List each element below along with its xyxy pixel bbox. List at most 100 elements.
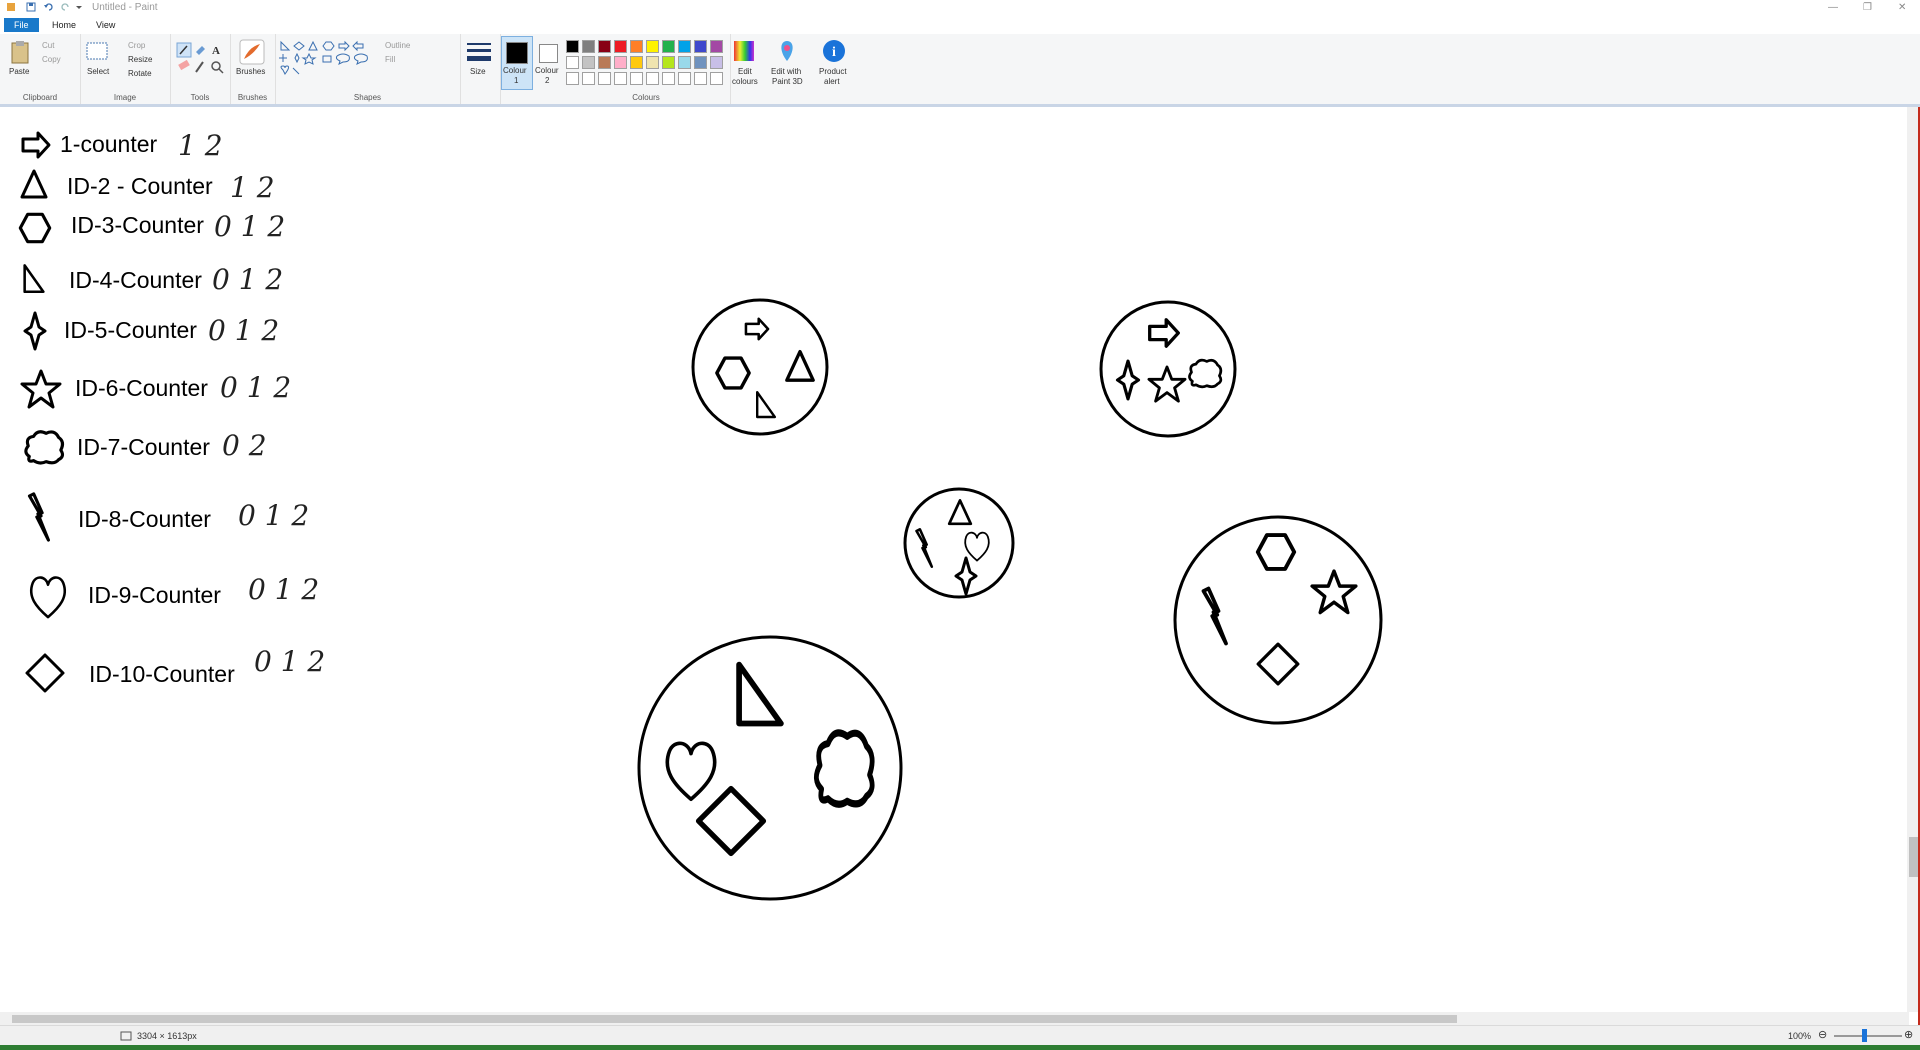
tab-home[interactable]: Home (42, 18, 86, 32)
tab-view[interactable]: View (86, 18, 125, 32)
paint-3d-icon[interactable] (776, 39, 798, 63)
crop-button[interactable]: Crop (128, 41, 145, 50)
redo-icon[interactable] (60, 2, 70, 12)
palette-swatch[interactable] (582, 72, 595, 85)
clipboard-group: Paste Cut Copy Clipboard (0, 34, 81, 104)
shapes-group-label: Shapes (353, 93, 382, 102)
palette-swatch[interactable] (598, 56, 611, 69)
edit-colours-line2[interactable]: colours (732, 77, 758, 86)
legend-star-icon (20, 369, 62, 409)
drawing-canvas[interactable]: 1-counter ID-2 - Counter ID-3-Counter ID… (0, 107, 1909, 1012)
palette-swatch[interactable] (694, 40, 707, 53)
palette-swatch[interactable] (566, 72, 579, 85)
legend-four-point-star-icon (23, 311, 47, 351)
palette-swatch[interactable] (614, 72, 627, 85)
zoom-slider-thumb[interactable] (1862, 1029, 1867, 1042)
legend-triangle-icon (20, 169, 48, 199)
customize-quick-access-icon[interactable] (74, 2, 84, 12)
palette-swatch[interactable] (694, 56, 707, 69)
tools-icons[interactable]: A (176, 42, 226, 78)
palette-swatch[interactable] (710, 56, 723, 69)
zoom-out-button[interactable]: ⊖ (1818, 1028, 1827, 1041)
group-b-cloud-icon (1188, 358, 1223, 389)
group-e-heart-icon (665, 741, 717, 802)
vertical-scrollbar[interactable] (1907, 107, 1918, 1012)
info-icon[interactable]: i (822, 39, 846, 63)
canvas-drawing (18, 131, 1383, 901)
palette-swatch[interactable] (662, 72, 675, 85)
palette-swatch[interactable] (662, 40, 675, 53)
palette-swatch[interactable] (694, 72, 707, 85)
brush-icon[interactable] (239, 39, 265, 65)
cut-button[interactable]: Cut (42, 41, 54, 50)
maximize-button[interactable]: ❐ (1863, 2, 1872, 13)
rotate-button[interactable]: Rotate (128, 69, 152, 78)
colour2-label: Colour (535, 66, 559, 75)
palette-swatch[interactable] (646, 72, 659, 85)
group-e-right-triangle-icon (739, 665, 781, 724)
select-icon[interactable] (86, 42, 108, 60)
palette-swatch[interactable] (678, 56, 691, 69)
palette-swatch[interactable] (630, 56, 643, 69)
size-button[interactable]: Size (470, 67, 486, 76)
paint-3d-line2[interactable]: Paint 3D (772, 77, 803, 86)
palette-swatch[interactable] (662, 56, 675, 69)
palette-swatch[interactable] (582, 40, 595, 53)
shapes-gallery[interactable] (279, 40, 399, 80)
group-d-star-icon (1310, 569, 1358, 615)
size-group: Size (460, 34, 501, 104)
resize-button[interactable]: Resize (128, 55, 152, 64)
palette-swatch[interactable] (598, 40, 611, 53)
save-icon[interactable] (26, 2, 36, 12)
horizontal-scroll-thumb[interactable] (12, 1015, 1457, 1023)
colour-selectors: Colour 1 Colour 2 (500, 34, 562, 104)
colour2-swatch[interactable] (539, 44, 558, 63)
extra-buttons: Edit colours Edit with Paint 3D i Produc… (730, 34, 860, 104)
shapes-group: Outline Fill Shapes (275, 34, 461, 104)
paste-icon[interactable] (10, 40, 30, 64)
palette-swatch[interactable] (614, 40, 627, 53)
palette-swatch[interactable] (614, 56, 627, 69)
ribbon: Paste Cut Copy Clipboard Select Crop Res… (0, 34, 1920, 107)
palette-swatch[interactable] (646, 40, 659, 53)
copy-button[interactable]: Copy (42, 55, 61, 64)
palette-swatch[interactable] (710, 40, 723, 53)
group-d-diamond-icon (1256, 642, 1300, 686)
group-a-triangle-icon (785, 349, 815, 382)
palette-swatch[interactable] (678, 72, 691, 85)
palette-swatch[interactable] (710, 72, 723, 85)
zoom-level: 100% (1788, 1031, 1812, 1041)
palette-swatch[interactable] (646, 56, 659, 69)
group-a-right-triangle-icon (756, 391, 776, 419)
product-alert-line1[interactable]: Product (819, 67, 847, 76)
palette-swatch[interactable] (582, 56, 595, 69)
palette-swatch[interactable] (630, 72, 643, 85)
close-button[interactable]: ✕ (1898, 2, 1906, 13)
palette-swatch[interactable] (630, 40, 643, 53)
zoom-slider-track[interactable] (1834, 1035, 1902, 1037)
group-b-star-icon (1147, 365, 1187, 403)
edit-colours-line1[interactable]: Edit (738, 67, 752, 76)
brushes-group-label: Brushes (237, 93, 268, 102)
paste-button[interactable]: Paste (9, 67, 29, 76)
product-alert-line2[interactable]: alert (824, 77, 840, 86)
palette-swatch[interactable] (678, 40, 691, 53)
minimize-button[interactable]: — (1828, 2, 1838, 13)
palette-swatch[interactable] (598, 72, 611, 85)
zoom-in-button[interactable]: ⊕ (1904, 1028, 1913, 1041)
group-circle-d (1173, 515, 1383, 725)
outline-button[interactable]: Outline (385, 41, 410, 50)
edit-colours-icon[interactable] (733, 40, 755, 62)
palette-swatch[interactable] (566, 56, 579, 69)
tab-file[interactable]: File (4, 18, 39, 32)
vertical-scroll-thumb[interactable] (1909, 837, 1918, 877)
palette-swatch[interactable] (566, 40, 579, 53)
paint-3d-line1[interactable]: Edit with (771, 67, 801, 76)
select-button[interactable]: Select (87, 67, 109, 76)
size-icon[interactable] (465, 40, 493, 64)
fill-button[interactable]: Fill (385, 55, 395, 64)
group-e-cloud-icon (816, 733, 872, 804)
undo-icon[interactable] (44, 2, 54, 12)
brushes-button[interactable]: Brushes (236, 67, 265, 76)
horizontal-scrollbar[interactable] (0, 1012, 1909, 1025)
